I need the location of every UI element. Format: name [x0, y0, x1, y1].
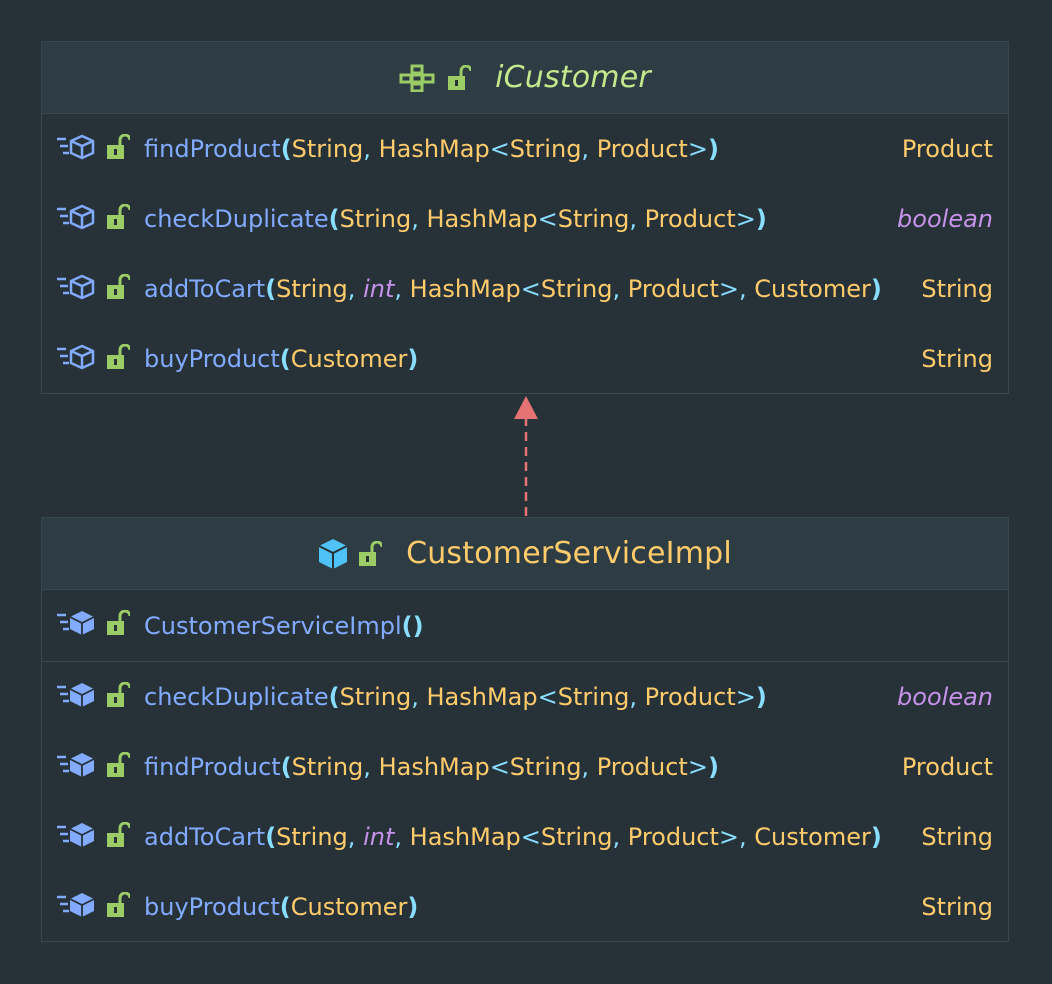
abstract-method-icon — [56, 344, 96, 376]
method-name: checkDuplicate — [144, 683, 329, 711]
constructor-name: CustomerServiceImpl — [144, 611, 402, 640]
interface-title: iCustomer — [495, 60, 651, 95]
interface-icon — [399, 64, 437, 92]
class-box-customerserviceimpl[interactable]: CustomerServiceImpl CustomerServiceImpl(… — [41, 517, 1009, 942]
unlocked-icon — [106, 203, 132, 236]
class-header: CustomerServiceImpl — [42, 518, 1008, 590]
unlocked-icon — [447, 64, 472, 91]
unlocked-icon — [106, 821, 132, 854]
method-name: addToCart — [144, 823, 266, 851]
method-signature: checkDuplicate(String, HashMap<String, P… — [144, 205, 767, 233]
uml-diagram-canvas: iCustomer findProduct(String, HashMap<St… — [0, 0, 1052, 984]
abstract-method-icon — [56, 274, 96, 306]
method-icon — [56, 892, 96, 924]
return-type: String — [921, 345, 993, 373]
method-icon — [56, 610, 96, 642]
abstract-method-icon — [56, 204, 96, 236]
class-title: CustomerServiceImpl — [406, 536, 732, 571]
method-row[interactable]: findProduct(String, HashMap<String, Prod… — [42, 732, 1008, 802]
method-signature: addToCart(String, int, HashMap<String, P… — [144, 275, 882, 303]
method-row[interactable]: addToCart(String, int, HashMap<String, P… — [42, 802, 1008, 872]
return-type: Product — [901, 753, 993, 781]
unlocked-icon — [106, 681, 132, 714]
interface-header: iCustomer — [42, 42, 1008, 114]
constructor-signature: CustomerServiceImpl() — [144, 611, 424, 640]
unlocked-icon — [106, 751, 132, 784]
interface-box-icustomer[interactable]: iCustomer findProduct(String, HashMap<St… — [41, 41, 1009, 394]
return-type: boolean — [897, 205, 993, 233]
method-row[interactable]: findProduct(String, HashMap<String, Prod… — [42, 114, 1008, 184]
unlocked-icon — [106, 133, 132, 166]
method-row[interactable]: checkDuplicate(String, HashMap<String, P… — [42, 184, 1008, 254]
return-type: String — [921, 823, 993, 851]
method-signature: buyProduct(Customer) — [144, 893, 419, 921]
method-icon — [56, 822, 96, 854]
unlocked-icon — [106, 343, 132, 376]
unlocked-icon — [358, 540, 383, 567]
class-icon — [318, 538, 348, 570]
return-type: String — [921, 893, 993, 921]
method-row[interactable]: addToCart(String, int, HashMap<String, P… — [42, 254, 1008, 324]
return-type: boolean — [897, 683, 993, 711]
return-type: Product — [901, 135, 993, 163]
method-name: buyProduct — [144, 893, 280, 921]
unlocked-icon — [106, 891, 132, 924]
method-signature: findProduct(String, HashMap<String, Prod… — [144, 135, 719, 163]
constructor-row[interactable]: CustomerServiceImpl() — [42, 590, 1008, 662]
arrowhead — [514, 396, 538, 419]
unlocked-icon — [106, 609, 132, 642]
unlocked-icon — [106, 273, 132, 306]
method-signature: buyProduct(Customer) — [144, 345, 419, 373]
method-name: buyProduct — [144, 345, 280, 373]
method-signature: addToCart(String, int, HashMap<String, P… — [144, 823, 882, 851]
method-name: findProduct — [144, 753, 281, 781]
method-row[interactable]: buyProduct(Customer) String — [42, 324, 1008, 394]
method-name: checkDuplicate — [144, 205, 329, 233]
abstract-method-icon — [56, 134, 96, 166]
method-name: addToCart — [144, 275, 266, 303]
method-signature: findProduct(String, HashMap<String, Prod… — [144, 753, 719, 781]
method-name: findProduct — [144, 135, 281, 163]
method-row[interactable]: checkDuplicate(String, HashMap<String, P… — [42, 662, 1008, 732]
method-signature: checkDuplicate(String, HashMap<String, P… — [144, 683, 767, 711]
return-type: String — [921, 275, 993, 303]
method-icon — [56, 752, 96, 784]
method-row[interactable]: buyProduct(Customer) String — [42, 872, 1008, 942]
method-icon — [56, 682, 96, 714]
